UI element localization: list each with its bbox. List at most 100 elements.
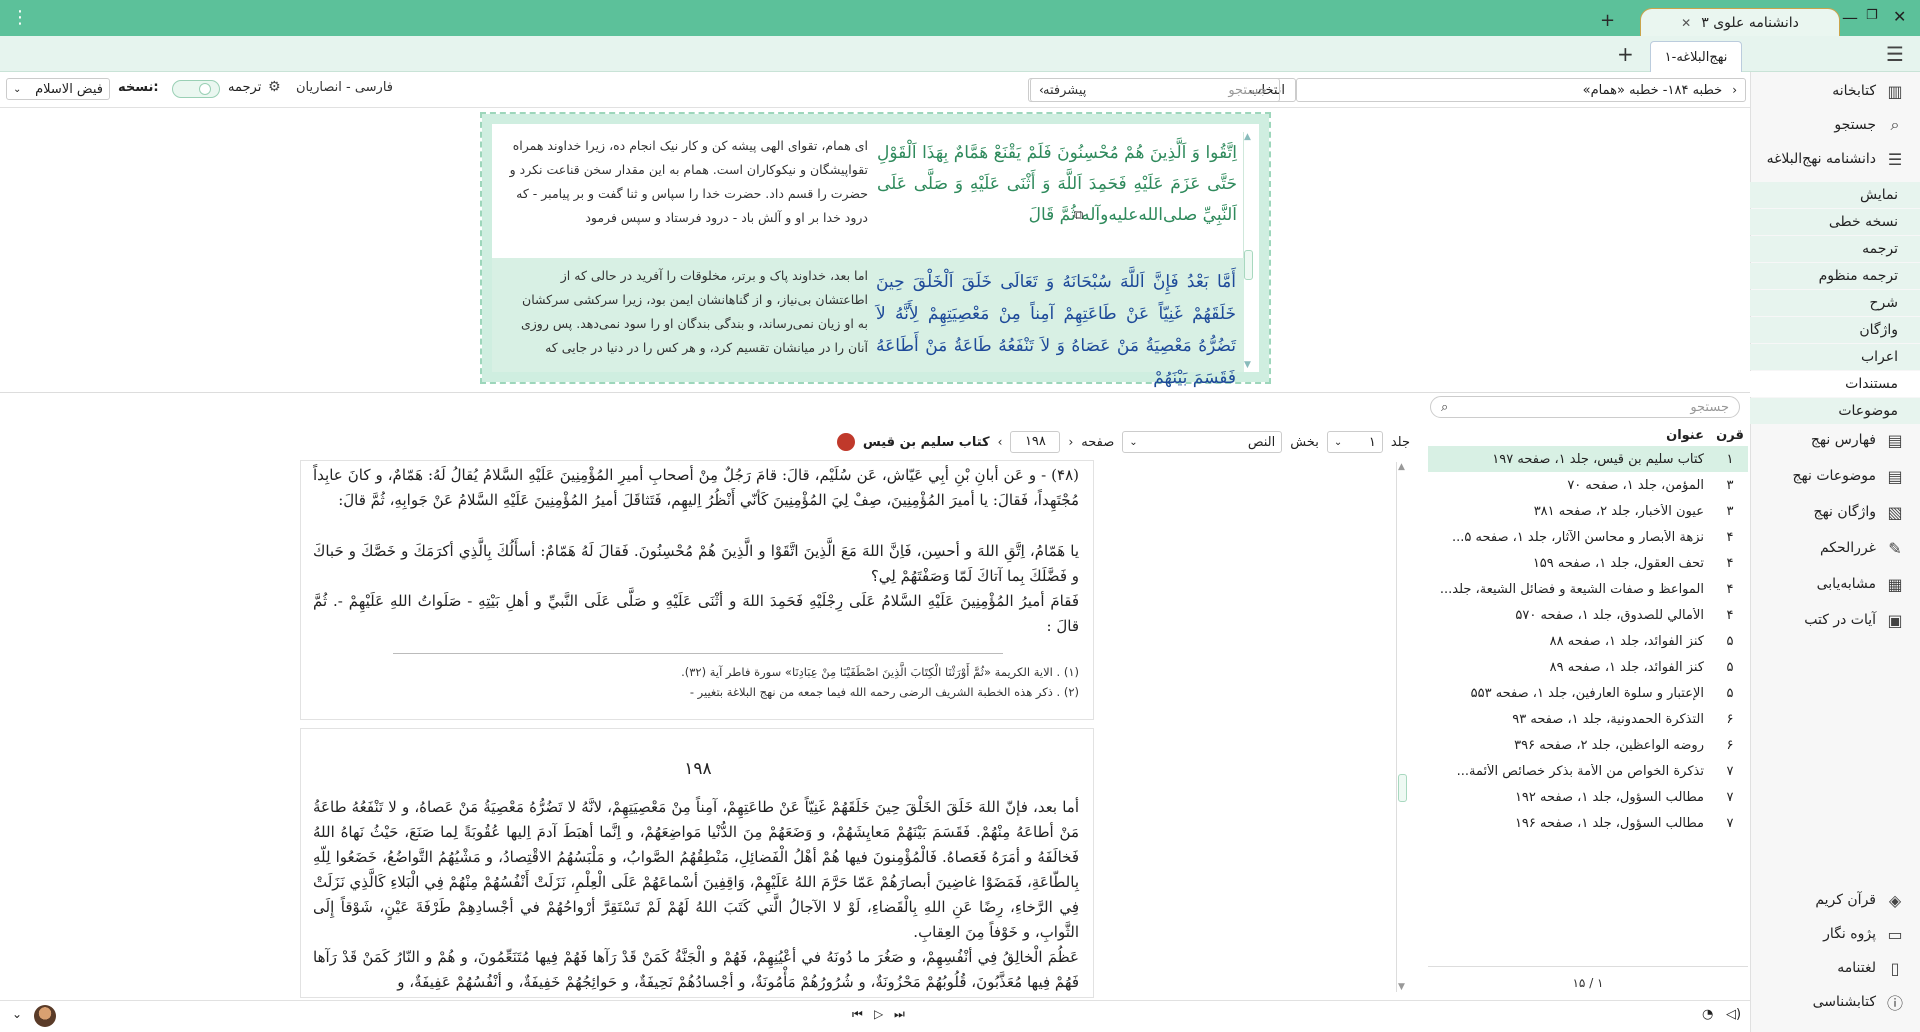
table-cell-title: الأمالي للصدوق، جلد ۱، صفحه ۵۷۰	[1515, 607, 1704, 623]
table-row[interactable]: ۱ کتاب سلیم بن قیس، جلد ۱، صفحه ۱۹۷	[1428, 446, 1748, 472]
section-select[interactable]: النص ⌄	[1122, 431, 1283, 453]
media-prev-icon[interactable]: ⏮	[852, 1007, 863, 1022]
media-play-icon[interactable]: ▷	[874, 1007, 883, 1021]
chevron-right-icon[interactable]: ‹	[1732, 83, 1737, 97]
table-row[interactable]: ۵ کنز الفوائد، جلد ۱، صفحه ۸۹	[1428, 654, 1748, 680]
table-row[interactable]: ۳ المؤمن، جلد ۱، صفحه ۷۰	[1428, 472, 1748, 498]
sidebar-item-verses[interactable]: ▣ آیات در کتب	[1750, 604, 1920, 636]
sidebar-item-bibliography[interactable]: ⓘ کتابشناسی	[1750, 986, 1920, 1018]
external-link-icon[interactable]: ⧉	[1074, 208, 1083, 223]
sources-search[interactable]: جستجو ⌕	[1430, 396, 1740, 418]
sidebar-sub-item[interactable]: شرح	[1750, 290, 1920, 316]
column-title[interactable]: عنوان	[1666, 428, 1712, 443]
sidebar-item-topics[interactable]: ▤ موضوعات نهج	[1750, 460, 1920, 492]
table-row[interactable]: ۵ کنز الفوائد، جلد ۱، صفحه ۸۸	[1428, 628, 1748, 654]
sidebar-sub-item-label: شرح	[1869, 295, 1899, 311]
table-row[interactable]: ۴ تحف العقول، جلد ۱، صفحه ۱۵۹	[1428, 550, 1748, 576]
table-row[interactable]: ۳ عیون الأخبار، جلد ۲، صفحه ۳۸۱	[1428, 498, 1748, 524]
sidebar-item-label: آیات در کتب	[1804, 612, 1876, 628]
sources-header: قرن عنوان	[1428, 424, 1748, 446]
new-window-plus-icon[interactable]: +	[1600, 10, 1615, 31]
sidebar-item-quran[interactable]: ◈ قرآن کریم	[1750, 884, 1920, 916]
volume-select[interactable]: ۱ ⌄	[1326, 431, 1383, 453]
page-label: صفحه	[1081, 434, 1115, 450]
app-menu-icon[interactable]: ⋮	[10, 6, 30, 30]
document-tab[interactable]: نهج‌البلاغه-۱	[1650, 41, 1742, 72]
app-tab[interactable]: ✕ دانشنامه علوی ۳	[1640, 8, 1840, 36]
document-tab-bar: + نهج‌البلاغه-۱ ☰	[0, 36, 1920, 72]
sidebar-item-notes[interactable]: ▭ پژوه نگار	[1750, 918, 1920, 950]
translation-label: ترجمه	[228, 80, 262, 95]
sidebar-item-label: پژوه نگار	[1823, 926, 1876, 942]
table-cell-century: ۳	[1726, 503, 1734, 519]
sidebar-sub-item[interactable]: نسخه خطی	[1750, 209, 1920, 235]
similar-icon: ▦	[1887, 574, 1903, 594]
notes-icon: ▭	[1887, 924, 1903, 944]
advanced-search-button[interactable]: پیشرفته	[1043, 83, 1086, 98]
index-icon: ▤	[1887, 430, 1903, 450]
sidebar-item-dictionary[interactable]: ▯ لغتنامه	[1750, 952, 1920, 984]
version-value: فیض الاسلام	[35, 81, 103, 97]
translation-select[interactable]: فارسی - انصاریان	[296, 80, 393, 95]
version-select[interactable]: ⌄ فیض الاسلام	[6, 78, 110, 100]
avatar[interactable]	[34, 1005, 56, 1027]
new-tab-plus-icon[interactable]: +	[1617, 42, 1634, 66]
sidebar-sub-item[interactable]: ترجمه منظوم	[1750, 263, 1920, 289]
sidebar-sub-item-label: نمایش	[1859, 187, 1898, 203]
breadcrumb[interactable]: ‹ خطبه ۱۸۴- خطبه «همام»	[1296, 78, 1746, 102]
sidebar-sub-item[interactable]: اعراب	[1750, 344, 1920, 370]
table-row[interactable]: ۴ المواعظ و صفات الشیعة و فضائل الشیعة، ج…	[1428, 576, 1748, 602]
table-row[interactable]: ۷ تذکرة الخواص من الأمة بذکر خصائص الأئمة…	[1428, 758, 1748, 784]
speed-icon[interactable]: ◔	[1702, 1007, 1713, 1022]
search-icon[interactable]: ⌕	[1441, 400, 1448, 415]
close-icon[interactable]: ✕	[1893, 7, 1906, 26]
sidebar-item-encyclopedia[interactable]: ☰ دانشنامه نهج‌البلاغه	[1750, 144, 1920, 174]
volume-icon[interactable]: ◁)	[1726, 1007, 1741, 1022]
sidebar-item-label: جستجو	[1834, 117, 1876, 133]
reader-scrollbar[interactable]: ▲ ▼	[1243, 132, 1253, 370]
sidebar-sub-item[interactable]: واژگان	[1750, 317, 1920, 343]
sidebar-item-similar[interactable]: ▦ مشابه‌یابی	[1750, 568, 1920, 600]
column-century[interactable]: قرن	[1712, 428, 1748, 443]
toolbar-search-box[interactable]: جستجو پیشرفته	[1030, 78, 1280, 102]
sidebar-item-search[interactable]: ⌕ جستجو	[1750, 110, 1920, 140]
collapse-chevron-icon[interactable]: ⌄	[12, 1007, 22, 1021]
sidebar-sub-item[interactable]: نمایش	[1750, 182, 1920, 208]
page-next-icon[interactable]: ›	[998, 435, 1003, 449]
sidebar-sub-item[interactable]: ترجمه	[1750, 236, 1920, 262]
book-paragraph-4: أما بعد، فإنّ اللهَ خَلَقَ الخَلْقَ حِين…	[313, 798, 1079, 941]
sidebar-item-vocabulary[interactable]: ▧ واژگان نهج	[1750, 496, 1920, 528]
minimize-icon[interactable]: —	[1842, 8, 1858, 27]
table-row[interactable]: ۴ نزهة الأبصار و محاسن الآثار، جلد ۱، صفح…	[1428, 524, 1748, 550]
table-row[interactable]: ۷ مطالب السؤول، جلد ۱، صفحه ۱۹۲	[1428, 784, 1748, 810]
ghurar-icon: ✎	[1888, 538, 1902, 558]
page-prev-icon[interactable]: ‹	[1068, 435, 1073, 449]
sidebar-sub-item[interactable]: مستندات	[1750, 371, 1920, 397]
table-cell-title: عیون الأخبار، جلد ۲، صفحه ۳۸۱	[1533, 503, 1704, 519]
panel-divider[interactable]	[0, 392, 1750, 393]
sidebar-item-ghurar[interactable]: ✎ غررالحکم	[1750, 532, 1920, 564]
page-input[interactable]: ۱۹۸	[1010, 431, 1061, 453]
table-row[interactable]: ۶ روضه الواعظین، جلد ۲، صفحه ۳۹۶	[1428, 732, 1748, 758]
table-row[interactable]: ۶ التذکرة الحمدونیة، جلد ۱، صفحه ۹۳	[1428, 706, 1748, 732]
sidebar-sub-item[interactable]: موضوعات	[1750, 398, 1920, 424]
table-row[interactable]: ۵ الإعتبار و سلوة العارفین، جلد ۱، صفحه ۵…	[1428, 680, 1748, 706]
book-scrollbar[interactable]: ▲ ▼	[1396, 462, 1408, 992]
maximize-icon[interactable]: ❐	[1866, 8, 1878, 23]
select-dropdown[interactable]	[1300, 78, 1310, 102]
sidebar-item-index[interactable]: ▤ فهارس نهج	[1750, 424, 1920, 456]
sidebar-sub-item-label: موضوعات	[1838, 403, 1898, 419]
table-cell-century: ۷	[1726, 815, 1734, 831]
sermon-arabic-2: أَمَّا بَعْدُ فَإِنَّ اَللَّهَ سُبْحَانَ…	[876, 272, 1236, 388]
sermon-persian-2: اما بعد، خداوند پاک و برتر، مخلوقات را آ…	[520, 268, 868, 355]
translation-toggle[interactable]	[172, 80, 220, 98]
media-next-icon[interactable]: ⏭	[894, 1007, 905, 1022]
app-tab-close-icon[interactable]: ✕	[1681, 16, 1691, 30]
table-row[interactable]: ۷ مطالب السؤول، جلد ۱، صفحه ۱۹۶	[1428, 810, 1748, 836]
sidebar-item-library[interactable]: ▥ کتابخانه	[1750, 76, 1920, 106]
hamburger-menu-icon[interactable]: ☰	[1886, 42, 1904, 66]
table-row[interactable]: ۴ الأمالي للصدوق، جلد ۱، صفحه ۵۷۰	[1428, 602, 1748, 628]
document-tab-label: نهج‌البلاغه-۱	[1664, 49, 1728, 65]
book-toolbar: جلد ۱ ⌄ بخش النص ⌄ صفحه ‹ ۱۹۸ › کتاب سلی…	[300, 428, 1410, 456]
settings-gear-icon[interactable]: ⚙	[268, 79, 281, 95]
